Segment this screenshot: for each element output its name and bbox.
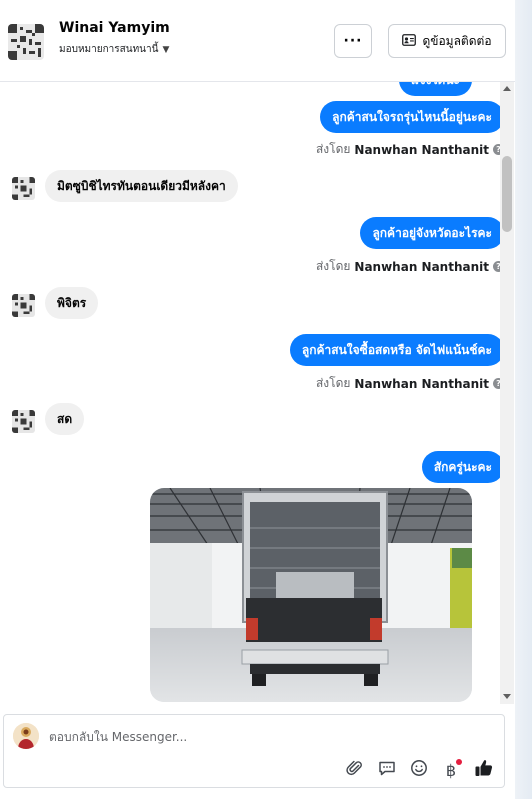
scroll-down-arrow-icon[interactable] <box>503 694 511 699</box>
incoming-message[interactable]: สด <box>45 403 85 435</box>
outgoing-message[interactable]: ลูกค้าสนใจรถรุ่นไหนนี้อยู่นะคะ <box>320 101 504 133</box>
saved-replies-button[interactable] <box>376 759 398 781</box>
contact-card-icon <box>402 33 417 49</box>
message-scrollbar[interactable] <box>500 82 514 704</box>
incoming-message[interactable]: พิจิตร <box>45 287 99 319</box>
contact-info-label: ดูข้อมูลติดต่อ <box>422 33 492 48</box>
attach-file-button[interactable] <box>344 759 366 781</box>
sent-by-line: ส่งโดย Nanwhan Nanthanit ? <box>316 374 504 393</box>
assign-conversation-dropdown[interactable]: มอบหมายการสนทนานี้ ▼ <box>59 42 169 57</box>
conversation-header: Winai Yamyim มอบหมายการสนทนานี้ ▼ ··· ดู… <box>0 0 515 82</box>
sent-by-name: Nanwhan Nanthanit <box>354 142 489 157</box>
like-button[interactable] <box>473 759 495 781</box>
payment-button[interactable]: ฿ <box>440 759 462 781</box>
outgoing-message[interactable]: แจ้งได้นะ <box>398 82 472 96</box>
page-edge <box>515 0 532 799</box>
thumbs-up-icon <box>474 758 494 782</box>
contact-avatar-small <box>12 177 35 200</box>
view-contact-info-button[interactable]: ดูข้อมูลติดต่อ <box>388 24 506 58</box>
outgoing-message[interactable]: ลูกค้าอยู่จังหวัดอะไรคะ <box>360 217 504 249</box>
caret-down-icon: ▼ <box>162 44 170 55</box>
outgoing-message[interactable]: ลูกค้าสนใจซื้อสดหรือ จัดไฟแน้นช์คะ <box>289 334 504 366</box>
paperclip-icon <box>346 759 364 781</box>
truck-photo-attachment[interactable] <box>150 488 472 702</box>
more-icon: ··· <box>343 33 363 49</box>
contact-avatar-small <box>12 410 35 433</box>
assign-label: มอบหมายการสนทนานี้ <box>59 44 159 55</box>
contact-avatar-small <box>12 294 35 317</box>
contact-name: Winai Yamyim <box>59 20 170 36</box>
page-avatar <box>13 723 39 749</box>
sent-by-line: ส่งโดย Nanwhan Nanthanit ? <box>316 140 504 159</box>
sent-by-prefix: ส่งโดย <box>315 142 351 156</box>
reply-input[interactable] <box>49 727 469 747</box>
scrollbar-thumb[interactable] <box>502 156 512 232</box>
outgoing-message[interactable]: สักครู่นะคะ <box>421 451 504 483</box>
notification-dot <box>456 759 462 765</box>
emoji-button[interactable] <box>408 759 430 781</box>
sent-by-name: Nanwhan Nanthanit <box>354 376 489 391</box>
chat-bubble-icon <box>378 759 396 781</box>
contact-avatar[interactable] <box>8 24 44 60</box>
sent-by-line: ส่งโดย Nanwhan Nanthanit ? <box>316 257 504 276</box>
scroll-up-arrow-icon[interactable] <box>503 86 511 91</box>
more-options-button[interactable]: ··· <box>334 24 372 58</box>
reply-composer: ฿ <box>3 714 505 788</box>
baht-icon: ฿ <box>445 760 457 780</box>
messenger-conversation: Winai Yamyim มอบหมายการสนทนานี้ ▼ ··· ดู… <box>0 0 532 799</box>
smiley-icon <box>410 759 428 781</box>
sent-by-prefix: ส่งโดย <box>315 259 351 273</box>
incoming-message[interactable]: มิตซูบิชิไทรทันตอนเดียวมีหลังคา <box>45 170 238 202</box>
sent-by-prefix: ส่งโดย <box>315 376 351 390</box>
sent-by-name: Nanwhan Nanthanit <box>354 259 489 274</box>
